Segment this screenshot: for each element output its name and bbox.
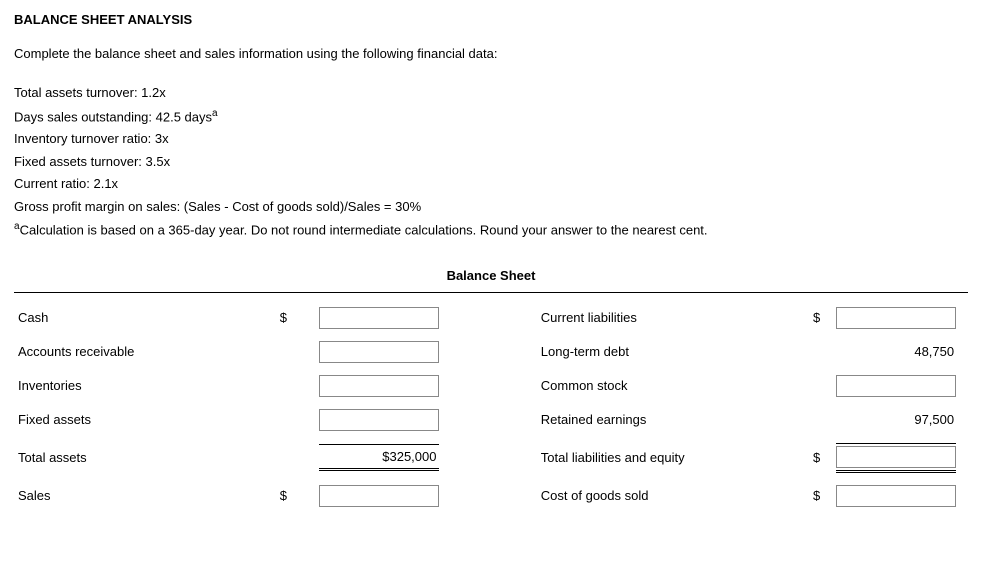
total-assets-box: $325,000 xyxy=(319,444,439,472)
table-row: Fixed assets Retained earnings 97,500 xyxy=(14,403,968,437)
label-total-assets: Total assets xyxy=(14,437,241,479)
table-row: Cash $ Current liabilities $ xyxy=(14,301,968,335)
label-accounts-receivable: Accounts receivable xyxy=(14,335,241,369)
input-cogs[interactable] xyxy=(836,485,956,507)
total-liab-equity-box xyxy=(836,443,956,473)
currency-symbol: $ xyxy=(774,301,824,335)
input-current-liabilities[interactable] xyxy=(836,307,956,329)
currency-symbol: $ xyxy=(241,301,291,335)
value-long-term-debt: 48,750 xyxy=(836,342,956,362)
page-title: BALANCE SHEET ANALYSIS xyxy=(14,10,968,30)
ratio-total-assets-turnover: Total assets turnover: 1.2x xyxy=(14,83,968,103)
input-common-stock[interactable] xyxy=(836,375,956,397)
currency-symbol: $ xyxy=(774,437,824,479)
table-row: Accounts receivable Long-term debt 48,75… xyxy=(14,335,968,369)
label-long-term-debt: Long-term debt xyxy=(537,335,774,369)
ratio-fixed-assets-turnover: Fixed assets turnover: 3.5x xyxy=(14,152,968,172)
label-common-stock: Common stock xyxy=(537,369,774,403)
label-total-liab-equity: Total liabilities and equity xyxy=(537,437,774,479)
currency-symbol: $ xyxy=(241,479,291,513)
input-fixed-assets[interactable] xyxy=(319,409,439,431)
label-inventories: Inventories xyxy=(14,369,241,403)
ratio-dso: Days sales outstanding: 42.5 daysa xyxy=(14,106,968,127)
table-row: Inventories Common stock xyxy=(14,369,968,403)
ratio-dso-text: Days sales outstanding: 42.5 days xyxy=(14,109,212,124)
ratio-current: Current ratio: 2.1x xyxy=(14,174,968,194)
input-total-liab-equity[interactable] xyxy=(836,446,956,468)
value-total-assets: $325,000 xyxy=(319,447,439,467)
currency-symbol: $ xyxy=(774,479,824,513)
label-retained-earnings: Retained earnings xyxy=(537,403,774,437)
balance-sheet-table: Cash $ Current liabilities $ Accounts re… xyxy=(14,292,968,513)
footnote-a: aCalculation is based on a 365-day year.… xyxy=(14,219,968,240)
footnote-ref-a: a xyxy=(212,108,218,119)
input-accounts-receivable[interactable] xyxy=(319,341,439,363)
table-row: Total assets $325,000 Total liabilities … xyxy=(14,437,968,479)
balance-sheet-heading: Balance Sheet xyxy=(14,266,968,286)
label-cash: Cash xyxy=(14,301,241,335)
label-current-liabilities: Current liabilities xyxy=(537,301,774,335)
intro-text: Complete the balance sheet and sales inf… xyxy=(14,44,968,64)
value-retained-earnings: 97,500 xyxy=(836,410,956,430)
ratio-inventory-turnover: Inventory turnover ratio: 3x xyxy=(14,129,968,149)
input-sales[interactable] xyxy=(319,485,439,507)
ratio-gross-margin: Gross profit margin on sales: (Sales - C… xyxy=(14,197,968,217)
label-sales: Sales xyxy=(14,479,241,513)
input-inventories[interactable] xyxy=(319,375,439,397)
table-row: Sales $ Cost of goods sold $ xyxy=(14,479,968,513)
label-cogs: Cost of goods sold xyxy=(537,479,774,513)
input-cash[interactable] xyxy=(319,307,439,329)
footnote-text: Calculation is based on a 365-day year. … xyxy=(20,223,708,238)
label-fixed-assets: Fixed assets xyxy=(14,403,241,437)
